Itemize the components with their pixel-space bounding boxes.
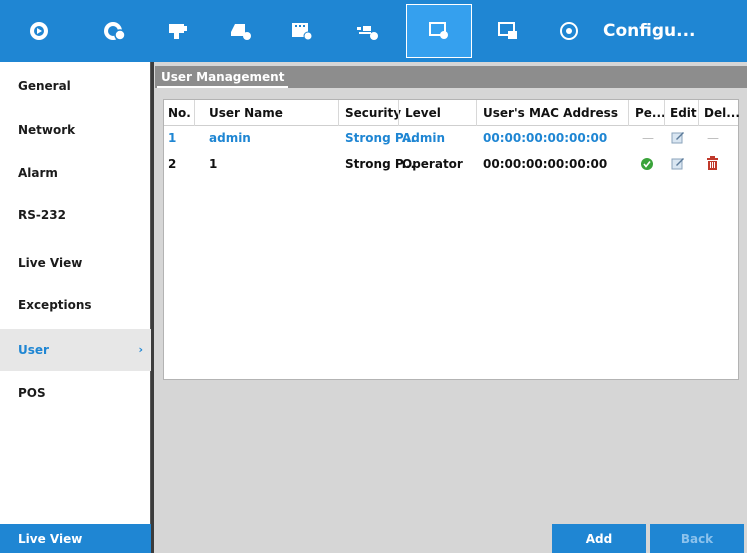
table-header: No. User Name Security Level User's MAC … — [164, 100, 740, 126]
sidebar-item-pos[interactable]: POS — [0, 372, 151, 414]
camera-settings-icon[interactable] — [278, 0, 324, 62]
col-delete[interactable]: Del... — [704, 106, 740, 120]
ptz-camera-icon[interactable] — [155, 0, 201, 62]
sidebar-item-general[interactable]: General — [0, 65, 151, 107]
sidebar-item-label: User — [18, 343, 49, 357]
sidebar-item-live-view[interactable]: Live View — [0, 242, 151, 284]
column-divider — [194, 100, 195, 126]
table-row[interactable]: 1 admin Strong P... Admin 00:00:00:00:00… — [164, 127, 738, 149]
record-settings-icon[interactable] — [217, 0, 263, 62]
cell-mac-address: 00:00:00:00:00:00 — [483, 131, 608, 145]
power-icon[interactable] — [546, 0, 592, 62]
col-user-name[interactable]: User Name — [209, 106, 283, 120]
col-edit[interactable]: Edit — [670, 106, 697, 120]
network-settings-icon[interactable] — [344, 0, 390, 62]
column-divider — [628, 100, 629, 126]
chevron-right-icon: › — [138, 343, 143, 356]
sidebar-item-alarm[interactable]: Alarm — [0, 152, 151, 194]
col-no[interactable]: No. — [168, 106, 191, 120]
column-divider — [664, 100, 665, 126]
column-divider — [338, 100, 339, 126]
col-mac-address[interactable]: User's MAC Address — [483, 106, 618, 120]
sidebar-divider — [151, 62, 154, 553]
col-level[interactable]: Level — [405, 106, 441, 120]
user-table: No. User Name Security Level User's MAC … — [163, 99, 740, 380]
cell-mac-address: 00:00:00:00:00:00 — [483, 157, 608, 171]
cell-level: Operator — [402, 157, 463, 171]
page-title: Configu... — [603, 21, 696, 41]
column-divider — [698, 100, 699, 126]
delete-icon[interactable] — [706, 156, 719, 173]
tab-user-management[interactable]: User Management — [157, 66, 289, 88]
sidebar-item-network[interactable]: Network — [0, 109, 151, 151]
permission-check-icon[interactable] — [640, 157, 654, 174]
content-header: User Management — [155, 66, 747, 88]
cell-user-name: admin — [209, 131, 251, 145]
sidebar-item-rs232[interactable]: RS-232 — [0, 194, 151, 236]
cell-no: 2 — [168, 157, 177, 171]
edit-icon[interactable] — [671, 156, 685, 173]
edit-icon[interactable] — [671, 130, 685, 147]
live-view-button[interactable]: Live View — [0, 524, 151, 553]
cell-user-name: 1 — [209, 157, 218, 171]
sidebar-item-exceptions[interactable]: Exceptions — [0, 284, 151, 326]
table-row[interactable]: 2 1 Strong P... Operator 00:00:00:00:00:… — [164, 153, 738, 175]
sidebar: General Network Alarm RS-232 Live View E… — [0, 62, 151, 553]
col-security[interactable]: Security — [345, 106, 401, 120]
back-button[interactable]: Back — [650, 524, 744, 553]
top-toolbar: Configu... — [0, 0, 747, 62]
column-divider — [476, 100, 477, 126]
delete-disabled-icon: — — [707, 131, 719, 145]
live-view-icon[interactable] — [16, 0, 62, 62]
add-button[interactable]: Add — [552, 524, 646, 553]
system-config-icon[interactable] — [406, 4, 472, 58]
cell-no: 1 — [168, 131, 177, 145]
permission-disabled-icon: — — [642, 131, 654, 145]
column-divider — [398, 100, 399, 126]
playback-icon[interactable] — [92, 0, 138, 62]
sidebar-item-user[interactable]: User › — [0, 329, 151, 371]
cell-level: Admin — [402, 131, 446, 145]
maintenance-icon[interactable] — [485, 0, 531, 62]
col-permission[interactable]: Pe... — [635, 106, 666, 120]
